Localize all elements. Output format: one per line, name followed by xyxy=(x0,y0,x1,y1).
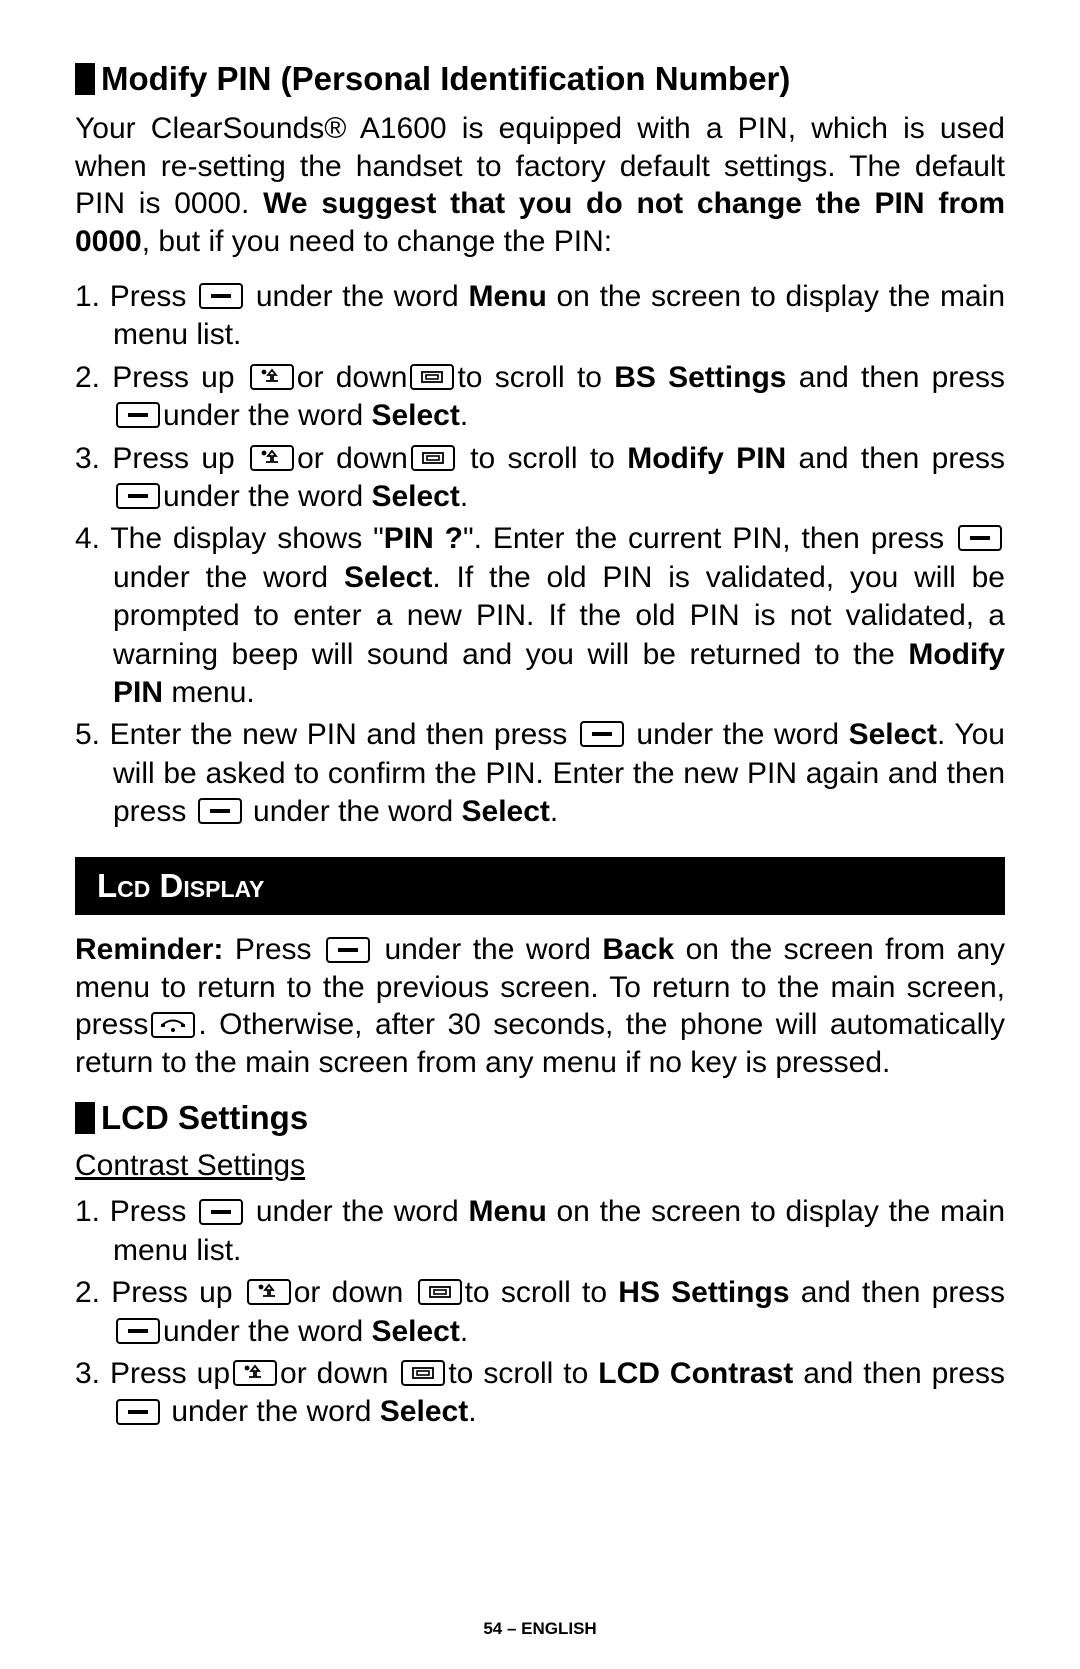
text-bold: Back xyxy=(602,933,674,966)
intro-paragraph: Your ClearSounds® A1600 is equipped with… xyxy=(75,110,1005,260)
soft-key-icon xyxy=(199,283,243,309)
text-bold: PIN ? xyxy=(384,522,463,555)
lcd-settings-steps: 1. Press under the word Menu on the scre… xyxy=(75,1193,1005,1431)
text: and then press xyxy=(790,1276,1005,1309)
soft-key-icon xyxy=(116,1318,160,1344)
banner-text: Lcd Display xyxy=(97,867,264,904)
text: . Otherwise, after 30 seconds, the phone… xyxy=(75,1008,1005,1079)
banner-lcd-display: Lcd Display xyxy=(75,857,1005,915)
text: menu. xyxy=(163,676,255,709)
text: 2. Press up xyxy=(75,361,247,394)
text: under the word xyxy=(245,795,462,828)
list-item: 2. Press up or down to scroll to HS Sett… xyxy=(75,1274,1005,1351)
text: 4. The display shows " xyxy=(75,522,384,555)
text: 3. Press up xyxy=(75,442,247,475)
text: and then press xyxy=(793,1357,1005,1390)
text: to scroll to xyxy=(448,1357,598,1390)
down-key-icon xyxy=(411,445,455,471)
text: . xyxy=(550,795,558,828)
text: to scroll to xyxy=(458,442,627,475)
soft-key-icon xyxy=(199,1199,243,1225)
text: under the word xyxy=(163,1395,380,1428)
text: under the word xyxy=(627,718,849,751)
text-bold: BS Settings xyxy=(614,361,786,394)
text: to scroll to xyxy=(457,361,614,394)
text: 2. Press up xyxy=(75,1276,244,1309)
text-bold: Modify PIN xyxy=(627,442,786,475)
list-item: 3. Press up or down to scroll to Modify … xyxy=(75,440,1005,517)
soft-key-icon xyxy=(116,483,160,509)
list-item: 3. Press up or down to scroll to LCD Cont… xyxy=(75,1355,1005,1432)
subheading-contrast: Contrast Settings xyxy=(75,1149,1005,1183)
heading-modify-pin: Modify PIN (Personal Identification Numb… xyxy=(75,60,1005,98)
text: , but if you need to change the PIN: xyxy=(142,225,612,258)
list-item: 4. The display shows "PIN ?". Enter the … xyxy=(75,520,1005,712)
heading-lcd-settings: LCD Settings xyxy=(75,1099,1005,1137)
up-key-icon xyxy=(250,364,294,390)
text: or down xyxy=(297,442,408,475)
text-bold: Select xyxy=(371,480,459,513)
modify-pin-steps: 1. Press under the word Menu on the scre… xyxy=(75,278,1005,831)
down-key-icon xyxy=(401,1360,445,1386)
text-bold: Select xyxy=(371,399,459,432)
list-item: 1. Press under the word Menu on the scre… xyxy=(75,278,1005,355)
text: or down xyxy=(297,361,408,394)
text: . xyxy=(460,399,468,432)
text: under the word xyxy=(246,1195,468,1228)
list-item: 2. Press up or down to scroll to BS Setti… xyxy=(75,359,1005,436)
text-bold: HS Settings xyxy=(618,1276,789,1309)
reminder-paragraph: Reminder: Press under the word Back on t… xyxy=(75,931,1005,1081)
up-key-icon xyxy=(233,1360,277,1386)
text: 3. Press up xyxy=(75,1357,230,1390)
text-bold: Select xyxy=(849,718,937,751)
text: under the word xyxy=(163,399,371,432)
text: ". Enter the current PIN, then press xyxy=(463,522,944,555)
list-item: 5. Enter the new PIN and then press unde… xyxy=(75,716,1005,831)
text: and then press xyxy=(786,361,1005,394)
soft-key-icon xyxy=(580,721,624,747)
heading-text: LCD Settings xyxy=(101,1099,308,1137)
heading-text: Modify PIN (Personal Identification Numb… xyxy=(101,60,790,98)
text: or down xyxy=(294,1276,415,1309)
text: under the word xyxy=(113,561,344,594)
soft-key-icon xyxy=(198,798,242,824)
text: Press xyxy=(223,933,323,966)
list-item: 1. Press under the word Menu on the scre… xyxy=(75,1193,1005,1270)
text-bold: Menu xyxy=(468,280,546,313)
soft-key-icon xyxy=(116,402,160,428)
text: . xyxy=(468,1395,476,1428)
down-key-icon xyxy=(410,364,454,390)
soft-key-icon xyxy=(116,1399,160,1425)
text: 1. Press xyxy=(75,1195,196,1228)
text-bold: Select xyxy=(371,1315,459,1348)
text: and then press xyxy=(786,442,1005,475)
soft-key-icon xyxy=(958,525,1002,551)
down-key-icon xyxy=(418,1279,462,1305)
text: under the word xyxy=(246,280,468,313)
end-key-icon xyxy=(151,1012,195,1038)
bullet-icon xyxy=(75,63,95,95)
text: or down xyxy=(280,1357,398,1390)
text-bold: Select xyxy=(380,1395,468,1428)
up-key-icon xyxy=(250,445,294,471)
text: . xyxy=(460,1315,468,1348)
up-key-icon xyxy=(247,1279,291,1305)
text: 1. Press xyxy=(75,280,196,313)
text-bold: Select xyxy=(462,795,550,828)
text: 5. Enter the new PIN and then press xyxy=(75,718,577,751)
bullet-icon xyxy=(75,1102,95,1134)
text: . xyxy=(460,480,468,513)
text-bold: Reminder: xyxy=(75,933,223,966)
page-footer: 54 – ENGLISH xyxy=(0,1619,1080,1639)
text-bold: Menu xyxy=(468,1195,546,1228)
soft-key-icon xyxy=(326,937,370,963)
text-bold: Select xyxy=(344,561,432,594)
text-bold: LCD Contrast xyxy=(598,1357,793,1390)
text: under the word xyxy=(373,933,602,966)
text: under the word xyxy=(163,1315,371,1348)
text: to scroll to xyxy=(465,1276,619,1309)
text: under the word xyxy=(163,480,371,513)
